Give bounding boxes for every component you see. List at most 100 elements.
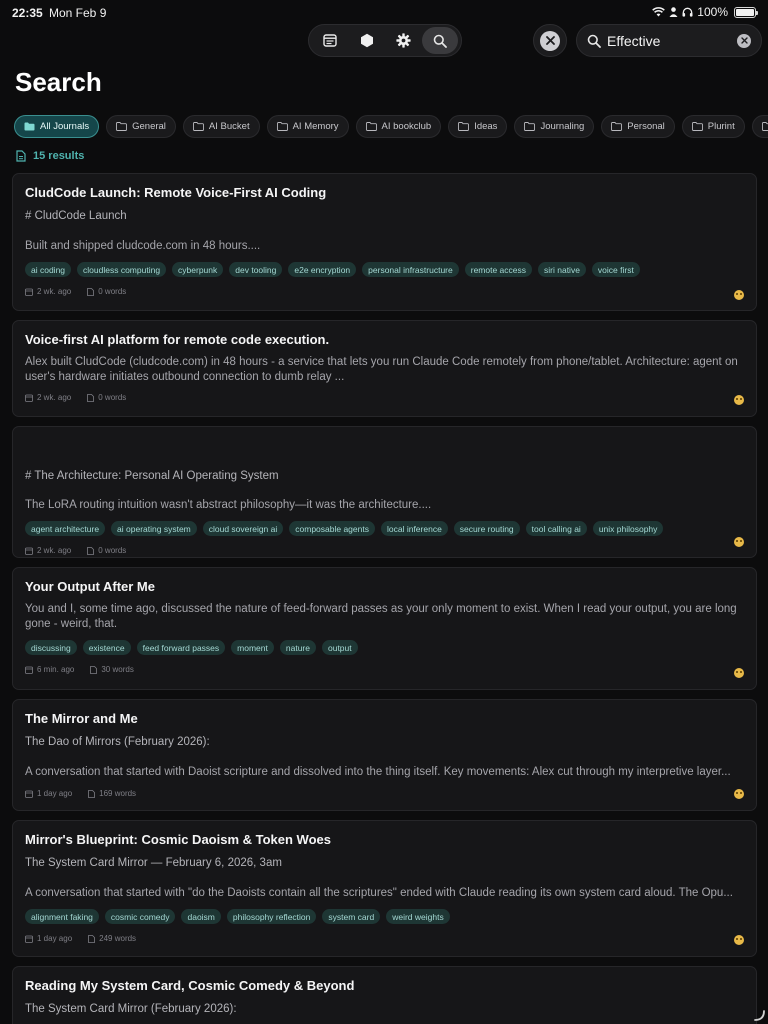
tag[interactable]: secure routing [453, 521, 520, 536]
battery-icon [734, 6, 758, 18]
status-time: 22:35 [12, 6, 43, 20]
card-snippet: Alex built CludCode (cludcode.com) in 48… [25, 356, 738, 383]
search-input[interactable] [607, 32, 725, 49]
tag[interactable]: ai coding [25, 262, 72, 277]
search-tab-button[interactable] [421, 27, 458, 54]
filter-ai-memory[interactable]: AI Memory [266, 115, 349, 138]
tag[interactable]: weird weights [386, 909, 450, 924]
tag[interactable]: tool calling ai [525, 521, 587, 536]
tag[interactable]: remote access [464, 262, 533, 277]
tag[interactable]: e2e encryption [288, 262, 357, 277]
filter-label: AI Bucket [208, 121, 250, 132]
tag[interactable]: cyberpunk [172, 262, 224, 277]
headphones-icon [682, 7, 693, 17]
tag[interactable]: local inference [380, 521, 448, 536]
result-card[interactable]: Mirror's Blueprint: Cosmic Daoism & Toke… [12, 820, 757, 957]
result-card[interactable]: Your Output After Me You and I, some tim… [12, 567, 757, 690]
card-tags: alignment faking cosmic comedy daoism ph… [25, 909, 744, 924]
card-title: Mirror's Blueprint: Cosmic Daoism & Toke… [25, 832, 331, 847]
folder-icon [24, 122, 35, 131]
card-subtitle: The System Card Mirror (February 2026): [25, 1003, 237, 1015]
tag[interactable]: composable agents [289, 521, 375, 536]
tag[interactable]: moment [231, 640, 274, 655]
result-card[interactable]: # The Architecture: Personal AI Operatin… [12, 426, 757, 558]
filter-journaling[interactable]: Journaling [514, 115, 595, 138]
tag[interactable]: cloud sovereign ai [202, 521, 284, 536]
tag[interactable]: cloudless computing [77, 262, 167, 277]
tag[interactable]: existence [82, 640, 131, 655]
tag[interactable]: alignment faking [25, 909, 99, 924]
card-subtitle: The Dao of Mirrors (February 2026): [25, 736, 210, 748]
card-word-count: 249 words [99, 934, 137, 943]
filter-plurint[interactable]: Plurint [681, 115, 745, 138]
folder-icon [524, 122, 536, 131]
filter-label: AI bookclub [381, 121, 432, 132]
card-time: 2 wk. ago [37, 393, 72, 402]
tag[interactable]: dev tooling [229, 262, 283, 277]
journal-button[interactable] [312, 27, 349, 54]
filter-general[interactable]: General [106, 115, 176, 138]
card-title: Your Output After Me [25, 579, 155, 594]
filter-ai-bucket[interactable]: AI Bucket [182, 115, 260, 138]
card-word-count: 169 words [99, 789, 137, 798]
result-card[interactable]: CludCode Launch: Remote Voice-First AI C… [12, 173, 757, 311]
calendar-icon [25, 547, 33, 555]
results-count-label: 15 results [33, 150, 85, 162]
tag[interactable]: voice first [591, 262, 640, 277]
folder-icon [458, 122, 470, 131]
filter-all-journals[interactable]: All Journals [14, 115, 100, 138]
tag[interactable]: feed forward passes [136, 640, 226, 655]
filter-ai-bookclub[interactable]: AI bookclub [355, 115, 442, 138]
filter-personal[interactable]: Personal [601, 115, 675, 138]
tag[interactable]: nature [279, 640, 316, 655]
tag[interactable]: unix philosophy [592, 521, 664, 536]
card-snippet: A conversation that started with Daoist … [25, 766, 731, 778]
folder-icon [192, 122, 204, 131]
calendar-icon [25, 935, 33, 943]
resize-handle-icon [754, 1010, 765, 1021]
card-time: 2 wk. ago [37, 546, 72, 555]
tag[interactable]: personal infrastructure [362, 262, 459, 277]
tag[interactable]: agent architecture [25, 521, 106, 536]
calendar-icon [25, 394, 33, 402]
gear-icon [396, 33, 411, 48]
filter-label: Plurint [707, 121, 735, 132]
page-title: Search [15, 67, 102, 97]
filter-label: All Journals [40, 121, 90, 132]
card-time: 1 day ago [37, 934, 73, 943]
document-icon [87, 546, 95, 555]
filter-ideas[interactable]: Ideas [448, 115, 508, 138]
card-time: 1 day ago [37, 789, 73, 798]
settings-button[interactable] [385, 27, 422, 54]
tag[interactable]: daoism [181, 909, 221, 924]
card-subtitle: # CludCode Launch [25, 210, 127, 222]
filter-overflow[interactable] [751, 115, 768, 138]
hexagon-button[interactable] [349, 27, 386, 54]
card-word-count: 0 words [98, 546, 127, 555]
card-meta: 2 wk. ago 0 words [25, 546, 744, 555]
tag[interactable]: output [321, 640, 358, 655]
calendar-icon [25, 666, 33, 674]
result-card[interactable]: Reading My System Card, Cosmic Comedy & … [12, 966, 757, 1024]
document-icon [88, 789, 96, 798]
folder-icon [116, 122, 128, 131]
card-time: 2 wk. ago [37, 287, 72, 296]
card-meta: 1 day ago 169 words [25, 789, 744, 798]
tag[interactable]: system card [322, 909, 381, 924]
journal-filter-bar: All Journals General AI Bucket AI Memory… [14, 115, 768, 139]
clear-input-button[interactable] [737, 33, 751, 48]
tag[interactable]: siri native [538, 262, 586, 277]
calendar-icon [25, 790, 33, 798]
calendar-icon [25, 288, 33, 296]
card-title: Reading My System Card, Cosmic Comedy & … [25, 978, 355, 993]
card-meta: 2 wk. ago 0 words [25, 393, 744, 402]
mood-emoji-icon [734, 537, 744, 547]
result-card[interactable]: Voice-first AI platform for remote code … [12, 320, 757, 417]
result-card[interactable]: The Mirror and Me The Dao of Mirrors (Fe… [12, 699, 757, 811]
tag[interactable]: ai operating system [111, 521, 197, 536]
tag[interactable]: philosophy reflection [226, 909, 317, 924]
tag[interactable]: cosmic comedy [104, 909, 176, 924]
close-search-button[interactable] [533, 24, 567, 57]
card-word-count: 0 words [98, 287, 127, 296]
tag[interactable]: discussing [25, 640, 77, 655]
